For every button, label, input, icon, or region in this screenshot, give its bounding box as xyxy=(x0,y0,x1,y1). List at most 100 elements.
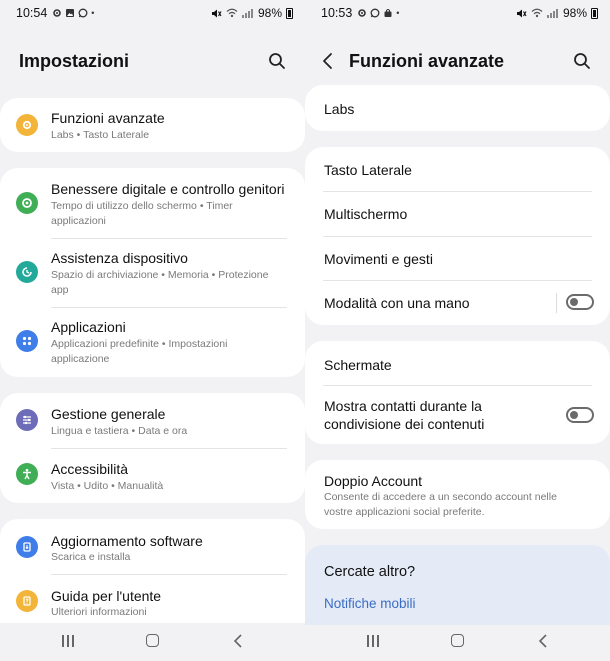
item-subtitle: Tempo di utilizzo dello schermo • Timer … xyxy=(51,200,233,227)
settings-item-aggiornamento-software[interactable]: Aggiornamento software Scarica e install… xyxy=(0,519,305,574)
settings-item-gestione-generale[interactable]: Gestione generale Lingua e tastiera • Da… xyxy=(0,393,305,448)
status-time: 10:54 xyxy=(16,6,48,20)
item-title: Aggiornamento software xyxy=(51,533,203,549)
features-card: Tasto Laterale Multischermo Movimenti e … xyxy=(305,147,610,325)
divider xyxy=(556,293,557,313)
settings-item-funzioni-avanzate[interactable]: Funzioni avanzate Labs • Tasto Laterale xyxy=(0,98,305,152)
item-title: Guida per l'utente xyxy=(51,588,162,604)
search-icon[interactable] xyxy=(267,51,287,71)
battery-percent: 98% xyxy=(562,6,587,20)
page-header: Funzioni avanzate xyxy=(305,40,610,82)
item-title: Benessere digitale e controllo genitori xyxy=(51,181,285,197)
mobile-notifications-link[interactable]: Notifiche mobili xyxy=(324,596,416,611)
settings-item-applicazioni[interactable]: Applicazioni Applicazioni predefinite • … xyxy=(0,307,305,377)
setting-tasto-laterale[interactable]: Tasto Laterale xyxy=(305,147,610,191)
page-header: Impostazioni xyxy=(0,40,305,82)
user-guide-icon xyxy=(16,590,38,612)
item-subtitle: Applicazioni predefinite • Impostazioni … xyxy=(51,338,228,365)
item-title: Gestione generale xyxy=(51,406,166,422)
setting-movimenti-gesti[interactable]: Movimenti e gesti xyxy=(305,236,610,280)
wellbeing-icon xyxy=(16,192,38,214)
settings-card-general: Gestione generale Lingua e tastiera • Da… xyxy=(0,393,305,503)
apps-grid-icon xyxy=(16,330,38,352)
shopping-bag-icon xyxy=(384,9,392,17)
navigation-bar xyxy=(305,621,610,661)
dot-icon: • xyxy=(396,8,400,18)
whatsapp-icon xyxy=(370,8,380,18)
notification-icons: • xyxy=(52,8,94,18)
settings-card-device: Benessere digitale e controllo genitori … xyxy=(0,168,305,377)
settings-card-advanced: Funzioni avanzate Labs • Tasto Laterale xyxy=(0,98,305,152)
setting-label: Multischermo xyxy=(324,206,408,222)
gear-icon xyxy=(53,9,62,17)
item-subtitle: Lingua e tastiera • Data e ora xyxy=(51,425,188,437)
settings-item-accessibilita[interactable]: Accessibilità Vista • Udito • Manualità xyxy=(0,448,305,503)
dot-icon: • xyxy=(91,8,95,18)
back-arrow-icon[interactable] xyxy=(322,52,334,70)
settings-card-support: Aggiornamento software Scarica e install… xyxy=(0,519,305,623)
page-title: Impostazioni xyxy=(19,50,130,71)
device-care-icon xyxy=(16,261,38,283)
recents-icon[interactable] xyxy=(367,635,379,647)
item-subtitle: Labs • Tasto Laterale xyxy=(51,129,150,141)
battery-icon xyxy=(286,7,293,19)
dual-account-card[interactable]: Doppio Account Consente di accedere a un… xyxy=(305,460,610,529)
setting-modalita-una-mano[interactable]: Modalità con una mano xyxy=(305,280,610,325)
signal-icon xyxy=(546,8,559,18)
notification-icons: • xyxy=(357,8,399,18)
gallery-icon xyxy=(66,9,75,17)
gear-puzzle-icon xyxy=(16,114,38,136)
item-subtitle: Spazio di archiviazione • Memoria • Prot… xyxy=(51,269,269,296)
wifi-icon xyxy=(531,8,543,18)
status-time: 10:53 xyxy=(321,6,353,20)
setting-label: Modalità con una mano xyxy=(324,295,470,311)
settings-item-guida-utente[interactable]: Guida per l'utente Ulteriori informazion… xyxy=(0,574,305,623)
status-right: 98% xyxy=(516,6,598,20)
battery-percent: 98% xyxy=(257,6,282,20)
back-icon[interactable] xyxy=(232,633,246,649)
settings-item-benessere-digitale[interactable]: Benessere digitale e controllo genitori … xyxy=(0,168,305,238)
battery-icon xyxy=(591,7,598,19)
setting-multischermo[interactable]: Multischermo xyxy=(305,191,610,236)
wifi-icon xyxy=(226,8,238,18)
home-icon[interactable] xyxy=(451,634,464,647)
search-icon[interactable] xyxy=(572,51,592,71)
settings-screen: 10:54 • 98% Impostazioni Funzioni avanza… xyxy=(0,0,305,661)
item-subtitle: Scarica e installa xyxy=(51,551,131,563)
screen-card: Schermate Mostra contatti durante la con… xyxy=(305,341,610,444)
back-icon[interactable] xyxy=(537,633,551,649)
setting-mostra-contatti[interactable]: Mostra contatti durante la condivisione … xyxy=(305,385,610,444)
labs-card[interactable]: Labs xyxy=(305,85,610,131)
advanced-features-screen: 10:53 • 98% Funzioni avanzate Labs Tasto… xyxy=(305,0,610,661)
item-title: Funzioni avanzate xyxy=(51,110,165,126)
gear-icon xyxy=(358,9,367,17)
page-title: Funzioni avanzate xyxy=(349,50,505,71)
mute-icon xyxy=(211,9,222,17)
dual-account-title: Doppio Account xyxy=(324,473,423,489)
whatsapp-icon xyxy=(78,8,88,18)
home-icon[interactable] xyxy=(146,634,159,647)
one-hand-mode-toggle[interactable] xyxy=(566,294,594,310)
setting-label: Schermate xyxy=(324,357,392,373)
dual-account-subtitle: Consente di accedere a un secondo accoun… xyxy=(324,491,557,518)
mute-icon xyxy=(516,9,527,17)
sliders-icon xyxy=(16,409,38,431)
status-right: 98% xyxy=(211,6,293,20)
item-title: Accessibilità xyxy=(51,461,129,477)
setting-schermate[interactable]: Schermate xyxy=(305,341,610,385)
show-contacts-toggle[interactable] xyxy=(566,407,594,423)
item-subtitle: Vista • Udito • Manualità xyxy=(51,480,164,492)
navigation-bar xyxy=(0,621,305,661)
signal-icon xyxy=(241,8,254,18)
recents-icon[interactable] xyxy=(62,635,74,647)
status-bar: 10:53 • 98% xyxy=(305,0,610,26)
accessibility-icon xyxy=(16,463,38,485)
setting-label: Mostra contatti durante la condivisione … xyxy=(324,398,485,432)
settings-item-assistenza-dispositivo[interactable]: Assistenza dispositivo Spazio di archivi… xyxy=(0,238,305,307)
labs-label: Labs xyxy=(324,101,355,117)
suggestions-card: Cercate altro? Notifiche mobili xyxy=(305,545,610,625)
status-bar: 10:54 • 98% xyxy=(0,0,305,26)
item-subtitle: Ulteriori informazioni xyxy=(51,606,147,618)
suggestions-title: Cercate altro? xyxy=(324,564,416,580)
setting-label: Movimenti e gesti xyxy=(324,251,433,267)
